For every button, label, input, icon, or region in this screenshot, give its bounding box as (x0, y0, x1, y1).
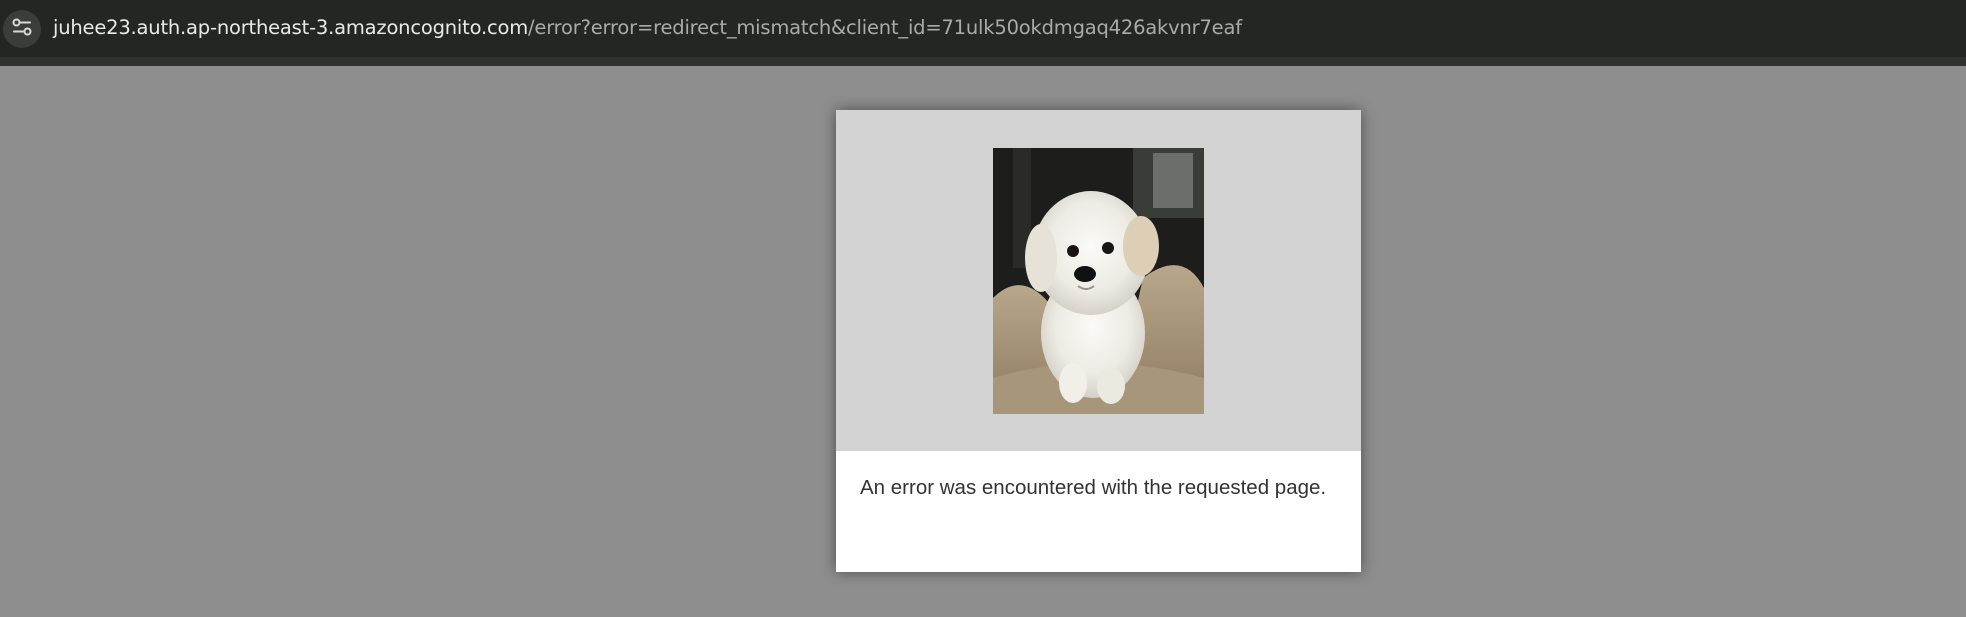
site-info-button[interactable] (3, 10, 41, 48)
error-card: An error was encountered with the reques… (836, 110, 1361, 572)
url-host: juhee23.auth.ap-northeast-3.amazoncognit… (53, 16, 529, 39)
error-message: An error was encountered with the reques… (860, 476, 1327, 499)
url-path: /error?error=redirect_mismatch&client_id… (528, 16, 1242, 39)
tune-icon (11, 16, 33, 43)
puppy-logo-image (993, 148, 1204, 414)
banner (836, 110, 1361, 451)
url-field[interactable]: juhee23.auth.ap-northeast-3.amazoncognit… (53, 15, 1242, 41)
browser-address-bar: juhee23.auth.ap-northeast-3.amazoncognit… (0, 0, 1966, 66)
